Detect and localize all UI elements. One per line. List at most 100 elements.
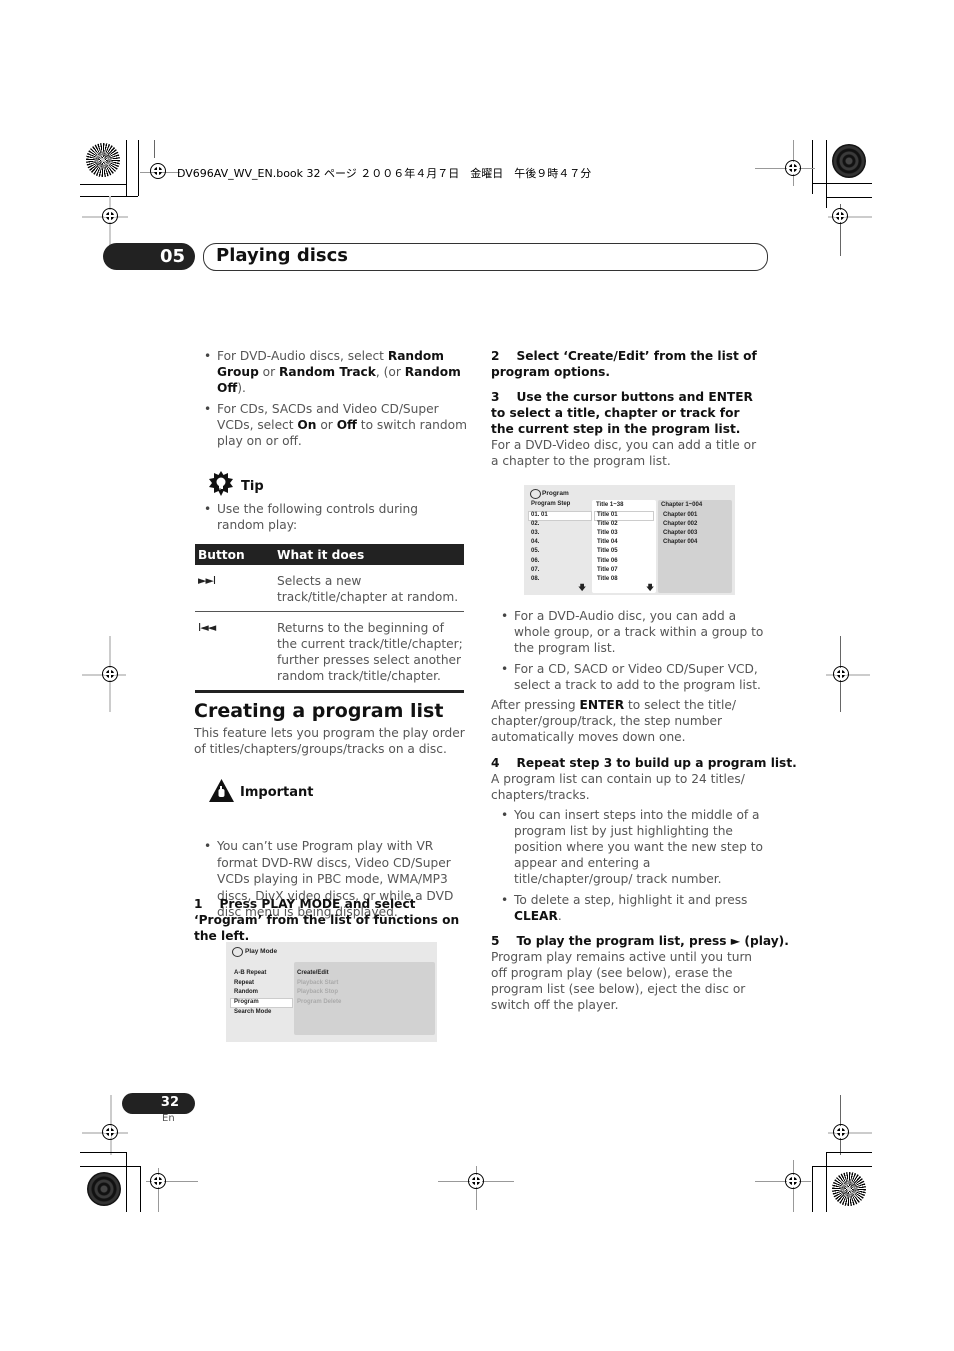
disc-icon xyxy=(232,947,243,957)
program-edit-bullets: You can insert steps into the middle of … xyxy=(491,807,769,924)
emphasis-text: Off xyxy=(336,418,357,432)
text-run: After pressing xyxy=(491,698,580,712)
lightbulb-icon xyxy=(209,471,233,496)
chapter-number: 05 xyxy=(159,246,185,267)
program-step-item[interactable]: 05. xyxy=(531,548,539,554)
title-item[interactable]: Title 04 xyxy=(597,539,618,545)
title-item[interactable]: Title 07 xyxy=(597,567,618,573)
starburst-mark-icon xyxy=(86,143,120,177)
step-3: 3 Use the cursor buttons and ENTER to se… xyxy=(491,390,758,436)
registration-mark-icon xyxy=(150,163,166,179)
row-description: Selects a new track/title/chapter at ran… xyxy=(277,574,459,604)
chapter-column: Chapter 1~004 Chapter 001 Chapter 002 Chap… xyxy=(658,500,732,593)
chapter-item[interactable]: Chapter 003 xyxy=(663,530,697,536)
menu-item-ab-repeat[interactable]: A-B Repeat xyxy=(234,970,266,976)
title-item[interactable]: Title 06 xyxy=(597,558,618,564)
emphasis-text: CLEAR xyxy=(514,909,558,923)
title-item[interactable]: Title 03 xyxy=(597,530,618,536)
step-4: 4 Repeat step 3 to build up a program li… xyxy=(491,756,797,770)
program-step-item[interactable]: 03. xyxy=(531,530,539,536)
after-enter-text: After pressing ENTER to select the title… xyxy=(491,697,766,745)
registration-mark-icon xyxy=(468,1173,484,1189)
text-run: To delete a step, highlight it and press xyxy=(514,893,748,907)
random-options-list: For DVD-Audio discs, select Random Group… xyxy=(194,348,469,449)
previous-track-icon: I◄◄ xyxy=(198,621,216,634)
tip-label: Tip xyxy=(241,478,264,494)
section-intro: This feature lets you program the play o… xyxy=(194,726,465,756)
tip-bullet: Use the following controls during random… xyxy=(194,501,469,533)
chapter-title: Playing discs xyxy=(216,245,348,266)
registration-mark-icon xyxy=(102,1124,118,1140)
table-row: ►►I Selects a new track/title/chapter at… xyxy=(195,565,464,612)
title-item[interactable]: Title 05 xyxy=(597,548,618,554)
emphasis-text: ENTER xyxy=(579,698,625,712)
scroll-down-arrow-icon[interactable]: 🡇 xyxy=(646,582,654,596)
registration-mark-icon xyxy=(832,208,848,224)
step-4-body: A program list can contain up to 24 titl… xyxy=(491,772,745,802)
text-run: or xyxy=(316,418,337,432)
registration-mark-icon xyxy=(150,1173,166,1189)
bullet-item: For CDs, SACDs and Video CD/Super VCDs, … xyxy=(194,401,469,449)
program-step-item[interactable]: 04. xyxy=(531,539,539,545)
language-code: En xyxy=(162,1113,175,1124)
program-step-item[interactable]: 06. xyxy=(531,558,539,564)
menu-item-search-mode[interactable]: Search Mode xyxy=(234,1009,271,1015)
title-item[interactable]: Title 08 xyxy=(597,576,618,582)
page-number: 32 xyxy=(160,1095,179,1110)
chapter-item[interactable]: Chapter 004 xyxy=(663,539,697,545)
page-number-badge: 32 xyxy=(122,1093,195,1114)
scroll-down-arrow-icon[interactable]: 🡇 xyxy=(578,582,586,596)
program-step-item[interactable]: 02. xyxy=(531,521,539,527)
table-row: I◄◄ Returns to the beginning of the curr… xyxy=(195,612,464,693)
row-description: Returns to the beginning of the current … xyxy=(277,621,463,683)
program-step-item[interactable]: 07. xyxy=(531,567,539,573)
chapter-number-badge: 05 xyxy=(103,243,195,270)
bullet-item: To delete a step, highlight it and press… xyxy=(491,892,769,924)
screen-title: Play Mode xyxy=(245,948,278,955)
program-step-item[interactable]: 08. xyxy=(531,576,539,582)
text-run: For DVD-Audio discs, select xyxy=(217,349,388,363)
play-mode-screen: Play Mode A-B Repeat Repeat Random Progr… xyxy=(226,942,437,1042)
chapter-title-box: Playing discs xyxy=(203,243,768,271)
menu-item-program[interactable]: Program xyxy=(234,999,259,1005)
bullet-item: For a CD, SACD or Video CD/Super VCD, se… xyxy=(491,661,769,693)
dark-disc-mark-icon xyxy=(832,144,866,178)
title-item[interactable]: Title 01 xyxy=(597,512,618,518)
text-run: ). xyxy=(237,381,246,395)
program-step-item[interactable]: 01. 01 xyxy=(531,512,548,518)
important-label: Important xyxy=(240,785,314,800)
text-run: or xyxy=(258,365,280,379)
registration-mark-icon xyxy=(833,1124,849,1140)
step-5: 5 To play the program list, press ► (pla… xyxy=(491,934,789,948)
registration-mark-icon xyxy=(785,1173,801,1189)
dark-disc-mark-icon xyxy=(87,1172,121,1206)
menu-item-random[interactable]: Random xyxy=(234,989,258,995)
table-header: Button What it does xyxy=(195,544,464,565)
warning-icon xyxy=(209,779,234,802)
option-create-edit[interactable]: Create/Edit xyxy=(297,970,329,976)
registration-mark-icon xyxy=(102,666,118,682)
bullet-item: You can insert steps into the middle of … xyxy=(491,807,769,887)
bullet-item: For a DVD-Audio disc, you can add a whol… xyxy=(491,608,769,656)
title-item[interactable]: Title 02 xyxy=(597,521,618,527)
important-heading: Important xyxy=(209,779,314,802)
registration-mark-icon xyxy=(102,208,118,224)
registration-mark-icon xyxy=(833,666,849,682)
step-3-body: For a DVD-Video disc, you can add a titl… xyxy=(491,438,757,468)
option-playback-stop: Playback Stop xyxy=(297,989,339,995)
step-2: 2 Select ‘Create/Edit’ from the list of … xyxy=(491,349,762,379)
chapter-item[interactable]: Chapter 002 xyxy=(663,521,697,527)
chapter-item[interactable]: Chapter 001 xyxy=(663,512,697,518)
screen-title: Program xyxy=(542,490,569,497)
section-title: Creating a program list xyxy=(194,700,444,722)
options-panel: Create/Edit Playback Start Playback Stop… xyxy=(294,962,435,1035)
program-step-header: Program Step xyxy=(531,501,571,507)
starburst-mark-icon xyxy=(832,1172,866,1206)
disc-icon xyxy=(530,489,541,499)
program-screen: Program Program Step 01. 01 02. 03. 04. 05. 0… xyxy=(524,485,735,595)
text-run: You can insert steps into the middle of … xyxy=(514,808,763,886)
header-what-it-does: What it does xyxy=(277,547,365,562)
program-add-bullets: For a DVD-Audio disc, you can add a whol… xyxy=(491,608,769,693)
menu-item-repeat[interactable]: Repeat xyxy=(234,980,254,986)
text-run: , (or xyxy=(375,365,405,379)
